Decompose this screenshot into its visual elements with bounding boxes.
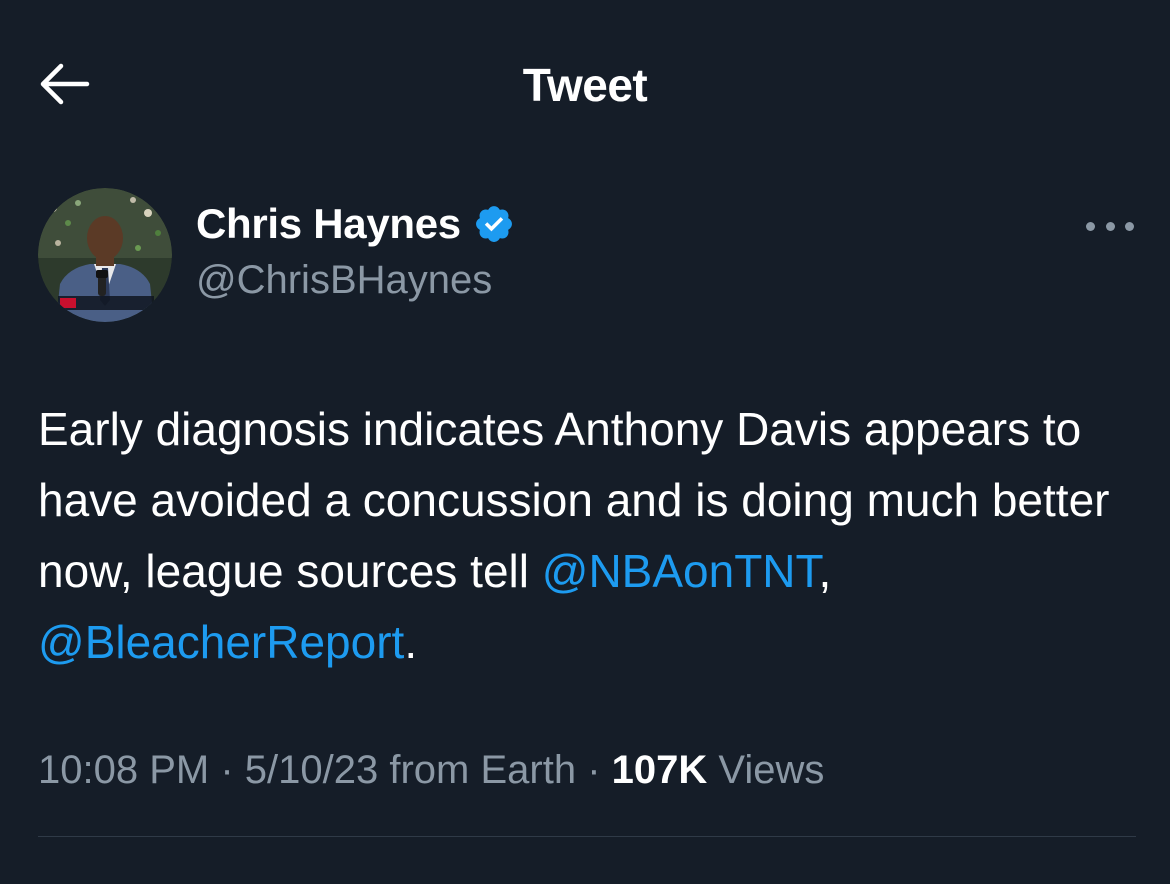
author-name-row[interactable]: Chris Haynes (196, 200, 515, 248)
meta-separator: · (576, 748, 612, 792)
divider (38, 836, 1136, 837)
more-horizontal-icon (1086, 221, 1095, 231)
meta-separator: · (209, 748, 245, 792)
tweet-source: from Earth (378, 748, 577, 792)
page-title: Tweet (522, 59, 648, 111)
tweet-text: Early diagnosis indicates Anthony Davis … (38, 394, 1138, 678)
mention-link[interactable]: @BleacherReport (38, 616, 404, 668)
tweet-text-part: . (404, 616, 418, 668)
more-horizontal-icon (1105, 221, 1115, 231)
tweet-time[interactable]: 10:08 PM (38, 748, 209, 792)
author-display-name: Chris Haynes (196, 200, 461, 247)
more-horizontal-icon (1125, 221, 1134, 231)
mention-link[interactable]: @NBAonTNT (542, 545, 819, 597)
author-handle[interactable]: @ChrisBHaynes (196, 258, 492, 303)
avatar[interactable] (38, 188, 172, 322)
tweet-text-part: , (818, 545, 832, 597)
avatar-photo (38, 188, 172, 322)
tweet-page: Tweet Chris Haynes @ChrisBHaynes Early d… (0, 0, 1170, 884)
verified-badge-icon (475, 206, 512, 242)
tweet-metadata: 10:08 PM · 5/10/23 from Earth · 107K Vie… (38, 748, 824, 793)
more-options-button[interactable] (1082, 208, 1138, 244)
views-label: Views (707, 748, 825, 792)
tweet-date[interactable]: 5/10/23 (245, 748, 378, 792)
views-count[interactable]: 107K (612, 748, 708, 792)
